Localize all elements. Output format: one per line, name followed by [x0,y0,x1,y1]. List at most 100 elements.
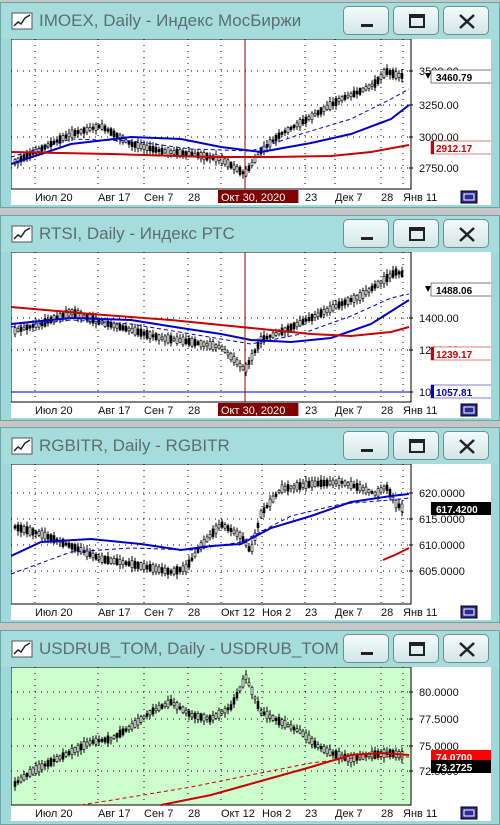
maximize-button[interactable] [393,431,439,460]
candle-down [400,270,404,277]
candle-up [322,106,326,112]
window-title: IMOEX, Daily - Индекс МосБиржи [39,11,302,30]
candle-down [160,147,164,155]
candle-up [316,312,320,317]
plot-area[interactable] [11,667,412,806]
close-button[interactable] [443,6,489,35]
x-axis-label: Июл 20 [35,405,73,417]
candle-up [139,143,143,150]
candle-down [148,564,152,572]
candle-up [379,487,383,493]
candle-up [250,353,254,361]
candle-up [283,486,287,491]
candle-down [247,360,251,365]
minimize-icon [361,652,373,655]
candle-up [70,748,74,755]
candle-up [85,127,89,133]
candle-up [211,341,215,350]
minimize-button[interactable] [343,6,389,35]
minimize-button[interactable] [343,219,389,248]
candle-up [139,716,143,723]
candle-up [208,534,212,539]
candle-down [61,752,65,760]
candle-down [175,566,179,575]
candle-up [28,526,32,536]
title-bar[interactable]: RGBITR, Daily - RGBITR [1,428,499,464]
minimize-button[interactable] [343,634,389,663]
candle-down [28,152,32,157]
candle-down [187,710,191,717]
candle-down [193,712,197,719]
price-chart[interactable]: Июл 20 Авг 17 Сен 7 28 Окт 30, 2020 23 Дек 7 28… [11,39,491,205]
price-chart[interactable]: Июл 20 Авг 17 Сен 7 28 Окт 30, 2020 23 Дек 7 28… [11,252,491,418]
chart-window-imoex[interactable]: IMOEX, Daily - Индекс МосБиржи Июл 20 Авг… [0,2,500,208]
candle-down [19,326,23,332]
axis-scale-button[interactable] [460,806,478,820]
candle-down [385,484,389,491]
candle-up [346,297,350,305]
x-axis-label: Дек 7 [335,607,363,619]
title-bar[interactable]: IMOEX, Daily - Индекс МосБиржи [1,3,499,39]
candle-up [82,314,86,318]
candle-down [106,128,110,132]
candle-up [310,112,314,121]
close-button[interactable] [443,634,489,663]
minimize-button[interactable] [343,431,389,460]
axis-scale-button[interactable] [460,403,478,417]
candle-up [304,732,308,740]
candle-down [121,325,125,331]
chart-window-usdrub[interactable]: USDRUB_TOM, Daily - USDRUB_TOM Июл 20 Авг… [0,630,500,825]
candle-up [400,503,404,512]
maximize-icon [409,227,425,241]
chart-window-rtsi[interactable]: RTSI, Daily - Индекс РТС Июл 20 Авг 17 Сен… [0,215,500,421]
candle-up [169,150,173,154]
candle-up [277,331,281,335]
price-chart[interactable]: Июл 20 Авг 17 Сен 7 28 Окт 12 Ноя 2 23 Дек 7 28 Я… [11,667,491,821]
candle-up [298,729,302,734]
candle-up [250,687,254,695]
candle-down [55,139,59,143]
candle-up [229,353,233,361]
axis-scale-button[interactable] [460,605,478,619]
maximize-button[interactable] [393,6,439,35]
candle-up [295,321,299,328]
plot-area[interactable] [11,39,412,190]
candle-up [271,495,275,503]
maximize-button[interactable] [393,634,439,663]
x-axis-label: Сен 7 [144,405,173,417]
candle-down [352,90,356,98]
candle-up [115,324,119,329]
price-chart[interactable]: Июл 20 Авг 17 Сен 7 28 Окт 12 Ноя 2 23 Дек 7 28 Я… [11,464,491,620]
candle-up [205,343,209,347]
candle-up [286,127,290,133]
chart-app-icon [11,640,33,658]
candle-down [127,140,131,145]
candle-up [181,565,185,572]
candle-down [310,314,314,322]
title-bar[interactable]: USDRUB_TOM, Daily - USDRUB_TOM [1,631,499,667]
maximize-button[interactable] [393,219,439,248]
title-bar[interactable]: RTSI, Daily - Индекс РТС [1,216,499,252]
close-button[interactable] [443,219,489,248]
candle-up [40,763,44,770]
x-axis-label: 28 [381,607,393,619]
axis-scale-button[interactable] [460,190,478,204]
candle-down [289,126,293,130]
candle-down [211,528,215,537]
candle-down [124,728,128,732]
candle-down [109,128,113,136]
plot-area[interactable] [11,252,412,403]
candle-up [346,482,350,486]
candle-up [181,336,185,346]
candle-down [181,150,185,156]
candle-down [61,312,65,318]
candle-up [214,154,218,163]
candle-up [97,556,101,560]
candle-down [301,118,305,125]
candle-down [277,716,281,726]
candle-up [145,144,149,151]
candle-up [199,340,203,348]
close-button[interactable] [443,431,489,460]
x-axis-label: Янв 11 [403,192,437,204]
chart-window-rgbitr[interactable]: RGBITR, Daily - RGBITR Июл 20 Авг 17 Сен 7… [0,427,500,623]
